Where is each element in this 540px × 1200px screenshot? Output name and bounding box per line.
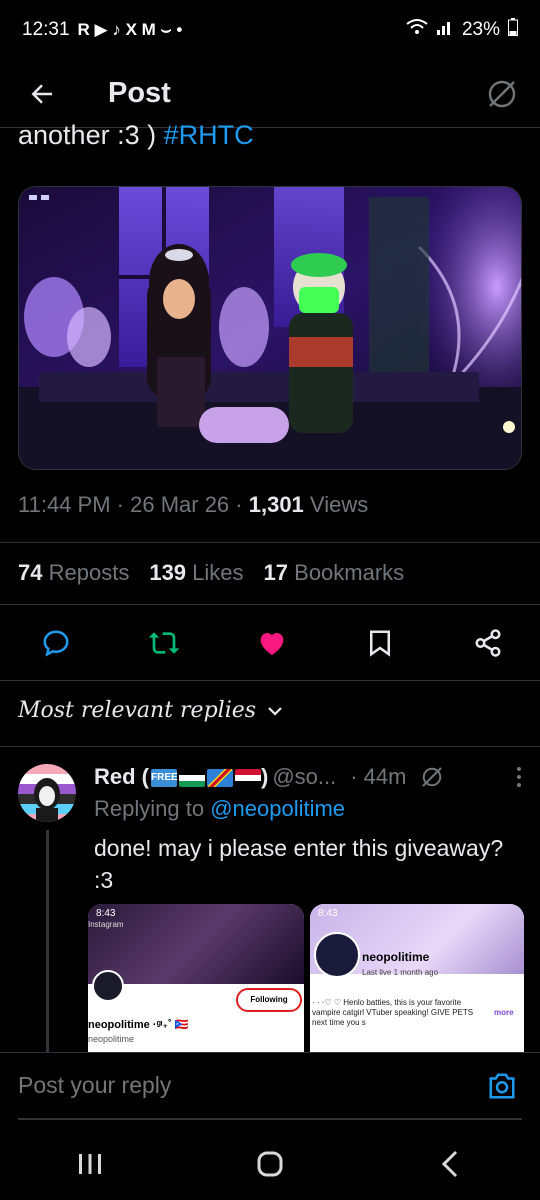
hashtag-link[interactable]: #RHTC: [164, 120, 254, 150]
shot2-time: 8:43: [318, 908, 338, 919]
status-right: 23%: [406, 18, 518, 42]
shot1-time: 8:43: [96, 908, 116, 919]
shot2-bio: · · ·♡ ♡ Henlo batties, this is your fav…: [312, 998, 474, 1027]
chevron-down-icon: [268, 706, 282, 716]
reply-media-image-1[interactable]: 8:43 Instagram Following neopolitime ·ᵍᶦ…: [88, 904, 304, 1052]
tweet-media-image[interactable]: [18, 186, 522, 470]
replying-to-link[interactable]: @neopolitime: [210, 796, 345, 821]
repost-button[interactable]: [146, 625, 182, 661]
avatar-image: [18, 764, 76, 822]
replying-to: Replying to @neopolitime: [94, 796, 345, 822]
app-header: Post: [0, 60, 540, 128]
bookmark-button[interactable]: [362, 625, 398, 661]
home-icon: [257, 1151, 283, 1177]
heart-icon: [260, 633, 284, 655]
tweet-date: 26 Mar 26: [130, 492, 230, 517]
sort-label: Most relevant replies: [18, 698, 257, 723]
tweet-stats: 74 Reposts 139 Likes 17 Bookmarks: [18, 560, 404, 586]
divider: [0, 680, 540, 681]
tweet-time: 11:44 PM: [18, 492, 111, 517]
share-icon: [475, 629, 501, 657]
reply-text: done! may i please enter this giveaway? …: [94, 835, 504, 893]
grok-icon[interactable]: [420, 765, 444, 789]
likes-count: 139: [149, 560, 187, 585]
share-button[interactable]: [470, 625, 506, 661]
free-badge-icon: FREE: [151, 769, 178, 788]
back-arrow-icon: [31, 83, 52, 104]
chevron-left-icon: [441, 1150, 458, 1178]
shot1-username: neopolitime ·ᵍᶦ₊˚ 🇵🇷: [88, 1019, 189, 1031]
bookmarks-count: 17: [263, 560, 289, 585]
shot2-last-live: Last live 1 month ago: [362, 968, 439, 977]
grok-button[interactable]: [482, 74, 522, 114]
reply-header: Red (FREE) @so... · 44m: [94, 764, 524, 790]
reply-author-handle[interactable]: @so...: [272, 764, 336, 790]
recent-apps-icon: [79, 1154, 101, 1174]
shot1-app: Instagram: [88, 920, 124, 929]
tweet-actions: [0, 620, 540, 666]
thread-line: [46, 830, 49, 1052]
likes-label: Likes: [192, 560, 244, 585]
shot1-banner: [88, 904, 304, 984]
battery-icon: [508, 18, 518, 42]
likes-stat[interactable]: 139 Likes: [149, 560, 243, 586]
page-title: Post: [108, 77, 171, 109]
status-time: 12:31: [22, 19, 70, 40]
recent-apps-button[interactable]: [60, 1139, 120, 1189]
reposts-count: 74: [18, 560, 43, 585]
avatar[interactable]: [18, 764, 76, 822]
reposts-stat[interactable]: 74 Reposts: [18, 560, 129, 586]
tweet-text: another :3 ) #RHTC: [18, 120, 254, 151]
wifi-icon: [406, 18, 428, 42]
reply-composer: [0, 1052, 540, 1118]
like-button[interactable]: [254, 625, 290, 661]
reply-author-name[interactable]: Red (FREE): [94, 764, 268, 790]
views-count: 1,301: [248, 492, 304, 517]
shot2-avatar: [314, 932, 360, 978]
tweet-text-body: another :3 ): [18, 120, 164, 150]
camera-button[interactable]: [482, 1066, 522, 1106]
sudan-flag-icon: [235, 769, 261, 788]
notification-icons: R ▶ ♪ X M ⌣ •: [77, 20, 183, 39]
shot1-avatar: [92, 970, 124, 1002]
status-left: 12:31 R ▶ ♪ X M ⌣ •: [22, 19, 182, 41]
system-nav-bar: [0, 1128, 540, 1200]
reply-input[interactable]: [18, 1072, 482, 1099]
camera-icon: [489, 1073, 515, 1098]
bookmark-icon: [370, 630, 390, 657]
signal-icon: [436, 18, 454, 42]
reposts-label: Reposts: [48, 560, 130, 585]
divider: [0, 746, 540, 747]
home-button[interactable]: [240, 1139, 300, 1189]
shot1-following-button: Following: [236, 988, 302, 1012]
status-bar: 12:31 R ▶ ♪ X M ⌣ • 23%: [0, 0, 540, 60]
repost-icon: [148, 632, 180, 654]
shot2-name: neopolitime: [362, 950, 430, 964]
bookmarks-label: Bookmarks: [294, 560, 405, 585]
palestine-flag-icon: [179, 769, 205, 788]
media-scene: [19, 187, 521, 469]
bookmarks-stat[interactable]: 17 Bookmarks: [264, 560, 405, 586]
views-label: Views: [309, 492, 369, 517]
reply-underline: [18, 1118, 522, 1120]
battery-level: 23%: [461, 19, 500, 40]
grok-icon: [488, 80, 516, 107]
reply-button[interactable]: [38, 625, 74, 661]
reply-time: · 44m: [350, 764, 407, 789]
reply-name-suffix: ): [261, 764, 269, 789]
divider: [0, 604, 540, 605]
replies-sort-dropdown[interactable]: Most relevant replies: [18, 698, 284, 723]
shot1-subname: neopolitime: [88, 1034, 135, 1044]
system-back-button[interactable]: [420, 1139, 480, 1189]
reply-icon: [43, 630, 69, 657]
reply-media-image-2[interactable]: 8:43 neopolitime Last live 1 month ago ·…: [310, 904, 524, 1052]
back-button[interactable]: [18, 70, 66, 118]
congo-flag-icon: [207, 769, 233, 788]
divider: [0, 542, 540, 543]
more-options-icon[interactable]: [514, 766, 524, 788]
reply-name-prefix: Red (: [94, 764, 149, 789]
replying-label: Replying to: [94, 796, 211, 821]
tweet-meta: 11:44 PM · 26 Mar 26 · 1,301 Views: [18, 492, 369, 517]
shot2-more: more: [494, 1008, 514, 1017]
